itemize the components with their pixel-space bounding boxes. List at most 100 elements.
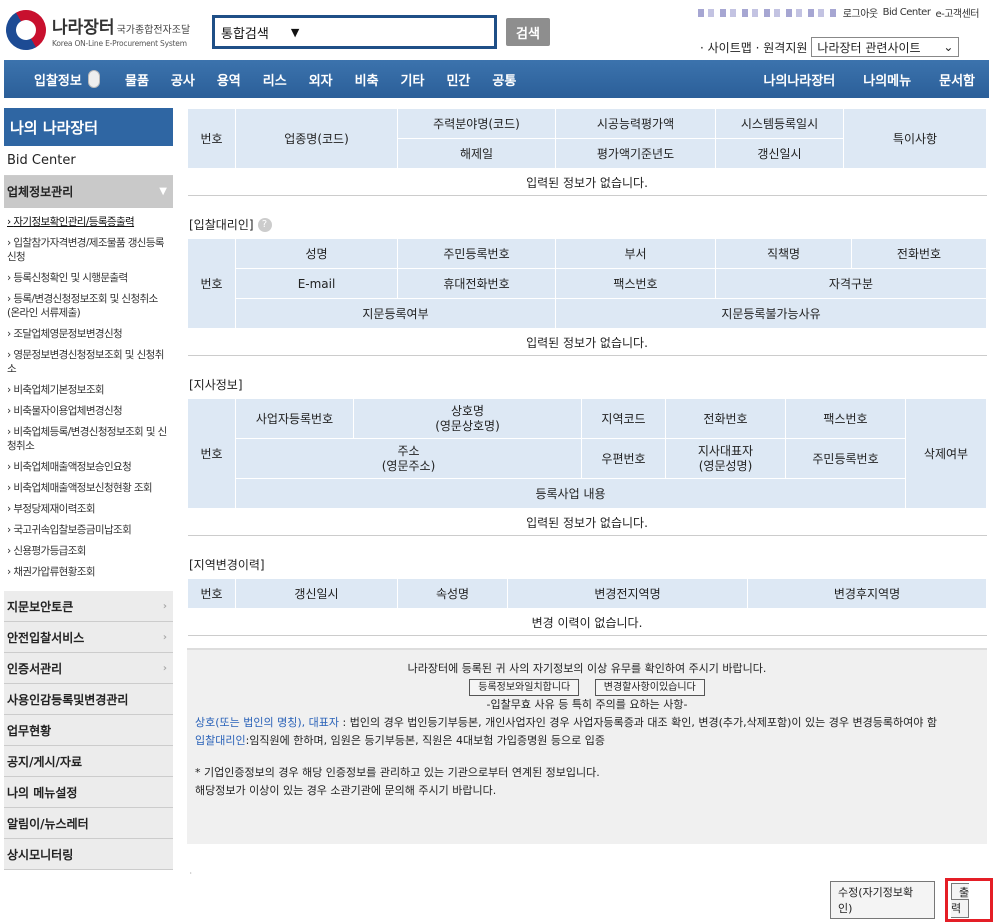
nav-item-common[interactable]: 공통 <box>481 70 527 89</box>
col-header: 사업자등록번호 <box>235 398 354 439</box>
notice-paragraph: * 기업인증정보의 경우 해당 인증정보를 관리하고 있는 기관으로부터 연계된… <box>195 766 600 779</box>
col-header: 팩스번호 <box>555 268 716 299</box>
sidebar-item-my-menu[interactable]: 나의 메뉴설정 <box>4 777 173 808</box>
related-sites-select[interactable]: 나라장터 관련사이트 ⌄ <box>811 37 960 57</box>
nav-my-menu[interactable]: 나의메뉴 <box>849 70 925 89</box>
sidebar-subitem[interactable]: › 비축업체매출액정보신청현황 조회 <box>4 478 173 499</box>
nav-item-lease[interactable]: 리스 <box>252 70 298 89</box>
mouse-icon <box>87 70 100 88</box>
sidebar-item-work-status[interactable]: 업무현황 <box>4 715 173 746</box>
col-header: 상호명 (영문상호명) <box>353 398 582 439</box>
sidebar-subitem[interactable]: › 등록신청확인 및 시행문출력 <box>4 268 173 289</box>
sidebar-subitem[interactable]: › 비축업체기본정보조회 <box>4 380 173 401</box>
col-header: 변경전지역명 <box>507 578 748 609</box>
sidebar-subitem[interactable]: › 조달업체영문정보변경신청 <box>4 324 173 345</box>
sidebar-subitem[interactable]: › 부정당제재이력조회 <box>4 499 173 520</box>
col-header: 특이사항 <box>843 108 987 169</box>
nav-item-private[interactable]: 민간 <box>435 70 481 89</box>
sidebar-subitem[interactable]: › 입찰참가자격변경/제조물품 갱신등록 신청 <box>4 233 173 268</box>
sidebar-section-label: 업체정보관리 <box>7 185 74 199</box>
col-header: 번호 <box>187 398 236 509</box>
header: 나라장터 국가종합전자조달 Korea ON-Line E-Procurement… <box>0 0 993 60</box>
col-header: 등록사업 내용 <box>235 478 906 509</box>
sidebar: 나의 나라장터 Bid Center 업체정보관리 ▼ › 자기정보확인관리/등… <box>4 108 173 870</box>
col-header: 번호 <box>187 578 236 609</box>
chevron-down-icon: ⌄ <box>943 40 954 54</box>
notice-paragraph: 입찰대리인:임직원에 한하며, 임원은 등기부등본, 직원은 4대보험 가입증명… <box>195 734 605 747</box>
col-header: 업종명(코드) <box>235 108 398 169</box>
sidebar-item-monitoring[interactable]: 상시모니터링 <box>4 839 173 870</box>
sidebar-subitem[interactable]: › 자기정보확인관리/등록증출력 <box>4 212 173 233</box>
sidebar-subitem[interactable]: › 비축업체매출액정보승인요청 <box>4 457 173 478</box>
top-links: 로그아웃 Bid Center e-고객센터 <box>697 5 979 20</box>
industry-table: 번호 업종명(코드) 주력분야명(코드) 시공능력평가액 시스템등록일시 특이사… <box>187 108 987 196</box>
bid-center-link[interactable]: Bid Center <box>883 7 931 18</box>
sidebar-subitem[interactable]: › 채권가압류현황조회 <box>4 562 173 583</box>
col-header: 팩스번호 <box>785 398 906 439</box>
edit-info-button[interactable]: 수정(자기정보확인) <box>830 881 935 919</box>
search-scope-select[interactable]: 통합검색 ▼ <box>221 23 299 42</box>
chevron-right-icon: › <box>162 662 167 674</box>
col-header: 주민등록번호 <box>785 438 906 479</box>
nav-item-goods[interactable]: 물품 <box>114 70 160 89</box>
related-sites-value: 나라장터 관련사이트 <box>817 40 921 55</box>
col-header: 성명 <box>235 238 398 269</box>
col-header: 번호 <box>187 108 236 169</box>
chevron-right-icon: › <box>162 631 167 643</box>
sidebar-subitem[interactable]: › 비축물자이용업체변경신청 <box>4 401 173 422</box>
logo[interactable]: 나라장터 국가종합전자조달 Korea ON-Line E-Procurement… <box>0 2 190 58</box>
col-header: 우편번호 <box>581 438 666 479</box>
sidebar-item-notice[interactable]: 공지/게시/자료 <box>4 746 173 777</box>
sidebar-item-fingerprint-token[interactable]: 지문보안토큰 › <box>4 591 173 622</box>
main-content: 번호 업종명(코드) 주력분야명(코드) 시공능력평가액 시스템등록일시 특이사… <box>187 108 990 844</box>
sidebar-submenu: › 자기정보확인관리/등록증출력 › 입찰참가자격변경/제조물품 갱신등록 신청… <box>4 208 173 591</box>
sidebar-subitem[interactable]: › 신용평가등급조회 <box>4 541 173 562</box>
sidebar-item-seal[interactable]: 사용인감등록및변경관리 <box>4 684 173 715</box>
nav-document-box[interactable]: 문서함 <box>925 70 989 89</box>
sidebar-title: 나의 나라장터 <box>4 108 173 146</box>
customer-center-link[interactable]: e-고객센터 <box>935 5 979 20</box>
print-highlight: 출력 <box>944 878 993 922</box>
sidebar-item-newsletter[interactable]: 알림이/뉴스레터 <box>4 808 173 839</box>
sitemap-remote-links[interactable]: · 사이트맵 · 원격지원 <box>700 39 807 56</box>
logout-link[interactable]: 로그아웃 <box>843 5 878 20</box>
col-header: 지사대표자 (영문성명) <box>665 438 786 479</box>
empty-message: 입력된 정보가 없습니다. <box>187 168 987 196</box>
sidebar-subitem[interactable]: › 비축업체등록/변경신청정보조회 및 신청취소 <box>4 422 173 457</box>
sidebar-section-company-info[interactable]: 업체정보관리 ▼ <box>4 176 173 208</box>
sidebar-subitem[interactable]: › 국고귀속입찰보증금미납조회 <box>4 520 173 541</box>
agent-table: 번호 성명 주민등록번호 부서 직책명 전화번호 E-mail 휴대전화번호 팩… <box>187 238 987 356</box>
col-header: 주력분야명(코드) <box>397 108 556 139</box>
search-button[interactable]: 검색 <box>506 18 550 46</box>
col-header: 전화번호 <box>665 398 786 439</box>
nav-item-construction[interactable]: 공사 <box>160 70 206 89</box>
logo-sub-text: Korea ON-Line E-Procurement System <box>52 38 187 48</box>
nav-my-narajangteo[interactable]: 나의나라장터 <box>750 70 850 89</box>
print-button[interactable]: 출력 <box>950 883 970 918</box>
help-icon[interactable]: ? <box>257 217 272 232</box>
region-table: 번호 갱신일시 속성명 변경전지역명 변경후지역명 변경 이력이 없습니다. <box>187 578 987 636</box>
nav-item-foreign[interactable]: 외자 <box>298 70 344 89</box>
nav-item-stockpile[interactable]: 비축 <box>344 70 390 89</box>
search-box[interactable]: 통합검색 ▼ <box>212 15 497 49</box>
nav-item-service[interactable]: 용역 <box>206 70 252 89</box>
notice-paragraph: 해당정보가 이상이 있는 경우 소관기관에 문의해 주시기 바랍니다. <box>195 784 497 797</box>
col-header: 휴대전화번호 <box>397 268 556 299</box>
col-header: 부서 <box>555 238 716 269</box>
info-change-button[interactable]: 변경할사항이있습니다 <box>594 679 705 696</box>
col-header: 지문등록불가능사유 <box>555 298 987 329</box>
info-matches-button[interactable]: 등록정보와일치합니다 <box>469 679 580 696</box>
nav-bid-info[interactable]: 입찰정보 <box>4 70 114 89</box>
sidebar-subitem[interactable]: › 영문정보변경신청정보조회 및 신청취소 <box>4 345 173 380</box>
nav-item-etc[interactable]: 기타 <box>390 70 436 89</box>
sidebar-item-certificate[interactable]: 인증서관리 › <box>4 653 173 684</box>
sidebar-item-bid-center[interactable]: Bid Center <box>4 146 173 176</box>
section-title-agent: [입찰대리인] ? <box>189 216 990 233</box>
notice-paragraph: 상호(또는 법인의 명칭), 대표자 : 법인의 경우 법인등기부등본, 개인사… <box>195 716 937 729</box>
col-header: 직책명 <box>715 238 852 269</box>
sidebar-item-safe-bid[interactable]: 안전입찰서비스 › <box>4 622 173 653</box>
notice-line: 나라장터에 등록된 귀 사의 자기정보의 이상 유무를 확인하여 주시기 바랍니… <box>407 662 767 675</box>
sidebar-subitem[interactable]: › 등록/변경신청정보조회 및 신청취소(온라인 서류제출) <box>4 289 173 324</box>
chevron-down-icon: ▼ <box>290 25 300 39</box>
user-info-blurred <box>697 8 838 17</box>
